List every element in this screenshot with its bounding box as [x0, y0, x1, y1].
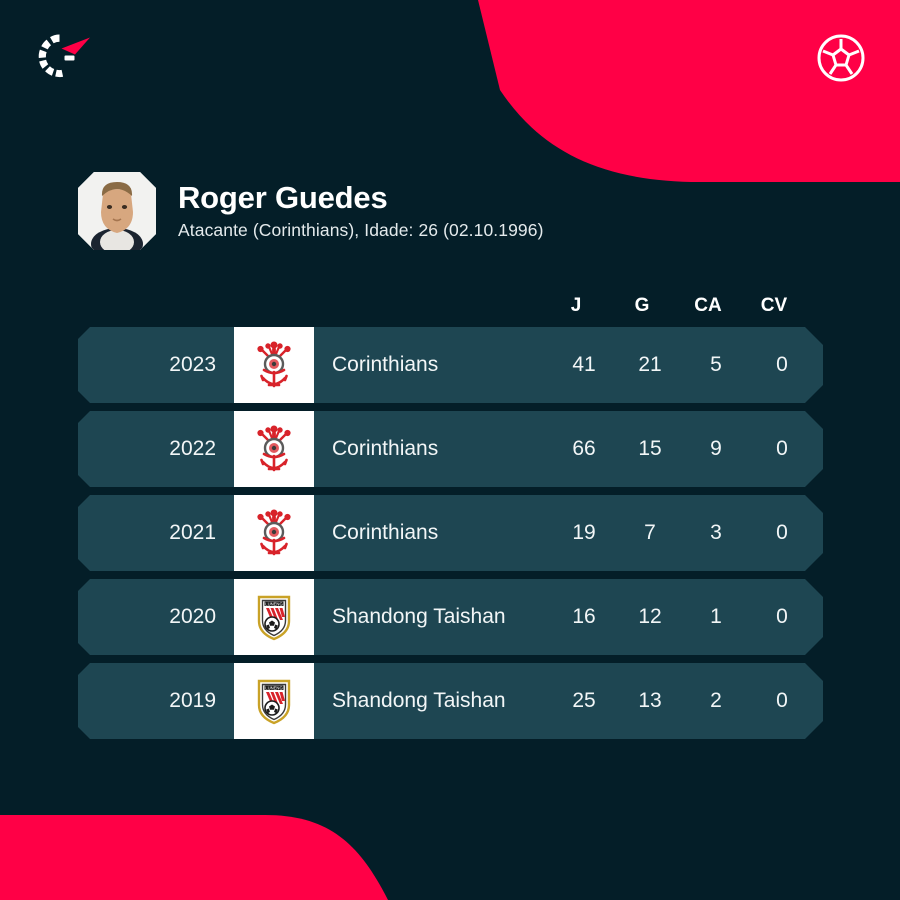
column-header-cv: CV [760, 295, 788, 316]
cell-season: 2023 [169, 353, 216, 376]
cell-stat-g: 12 [638, 605, 662, 628]
table-row[interactable]: 2021 Corinthians 19 7 3 0 [78, 495, 823, 571]
row-right-pad [815, 411, 823, 487]
cell-stat-j: 66 [572, 437, 596, 460]
player-text-block: Roger Guedes Atacante (Corinthians), Ida… [178, 182, 544, 240]
row-right-pad [815, 495, 823, 571]
corinthians-crest-icon [252, 507, 296, 559]
cell-stat-ca: 9 [710, 437, 722, 460]
row-right-pad [815, 663, 823, 739]
player-header: Roger Guedes Atacante (Corinthians), Ida… [78, 172, 544, 250]
corinthians-crest-icon [252, 423, 296, 475]
cell-team-name: Corinthians [332, 521, 439, 544]
cell-team-name: Shandong Taishan [332, 605, 506, 628]
table-header-row: J G CA CV [78, 285, 823, 327]
cell-stat-j: 41 [572, 353, 596, 376]
player-meta: Atacante (Corinthians), Idade: 26 (02.10… [178, 220, 544, 241]
shandong-taishan-crest-icon: LUNENG [252, 675, 296, 727]
cell-season: 2022 [169, 437, 216, 460]
soccer-ball-glyph [817, 34, 865, 82]
cell-club-crest: LUNENG [234, 663, 314, 739]
cell-team-name: Shandong Taishan [332, 689, 506, 712]
cell-team-name: Corinthians [332, 353, 439, 376]
row-right-pad [815, 327, 823, 403]
table-body: 2023 Corinthians 41 21 5 0 2022 Corinthi… [78, 327, 823, 739]
cell-stat-ca: 1 [710, 605, 722, 628]
top-right-red-shape [478, 0, 900, 182]
table-row[interactable]: 2023 Corinthians 41 21 5 0 [78, 327, 823, 403]
cell-stat-g: 15 [638, 437, 662, 460]
cell-season: 2020 [169, 605, 216, 628]
page-title: Roger Guedes [178, 180, 388, 216]
player-portrait-icon [78, 172, 156, 250]
shandong-taishan-crest-icon: LUNENG [252, 591, 296, 643]
cell-stat-j: 19 [572, 521, 596, 544]
cell-team-name: Corinthians [332, 437, 439, 460]
table-row[interactable]: 2022 Corinthians 66 15 9 0 [78, 411, 823, 487]
cell-stat-g: 13 [638, 689, 662, 712]
corinthians-crest-icon [252, 339, 296, 391]
cell-club-crest [234, 327, 314, 403]
table-row[interactable]: 2020 LUNENG Shandong Taishan 16 12 1 0 [78, 579, 823, 655]
cell-season: 2019 [169, 689, 216, 712]
cell-stat-cv: 0 [776, 605, 788, 628]
season-stats-table: J G CA CV 2023 Corinthians 41 21 5 0 202… [78, 285, 823, 747]
cell-stat-g: 7 [644, 521, 656, 544]
cell-stat-ca: 3 [710, 521, 722, 544]
brand-logo-icon[interactable] [28, 28, 98, 86]
cell-stat-cv: 0 [776, 353, 788, 376]
cell-stat-ca: 2 [710, 689, 722, 712]
cell-stat-j: 25 [572, 689, 596, 712]
cell-stat-j: 16 [572, 605, 596, 628]
column-header-g: G [634, 295, 650, 316]
soccer-ball-icon [813, 30, 869, 86]
cell-club-crest [234, 411, 314, 487]
cell-stat-ca: 5 [710, 353, 722, 376]
cell-stat-g: 21 [638, 353, 662, 376]
svg-text:LUNENG: LUNENG [265, 685, 282, 690]
cell-club-crest: LUNENG [234, 579, 314, 655]
column-header-j: J [570, 295, 582, 316]
column-header-ca: CA [694, 295, 722, 316]
cell-stat-cv: 0 [776, 521, 788, 544]
flashscore-arc-arrow-icon [38, 34, 90, 78]
bottom-left-red-shape [0, 815, 388, 900]
cell-club-crest [234, 495, 314, 571]
cell-season: 2021 [169, 521, 216, 544]
row-right-pad [815, 579, 823, 655]
avatar [78, 172, 156, 250]
table-row[interactable]: 2019 LUNENG Shandong Taishan 25 13 2 0 [78, 663, 823, 739]
cell-stat-cv: 0 [776, 689, 788, 712]
cell-stat-cv: 0 [776, 437, 788, 460]
player-stats-card: Roger Guedes Atacante (Corinthians), Ida… [0, 0, 900, 900]
svg-text:LUNENG: LUNENG [265, 601, 282, 606]
